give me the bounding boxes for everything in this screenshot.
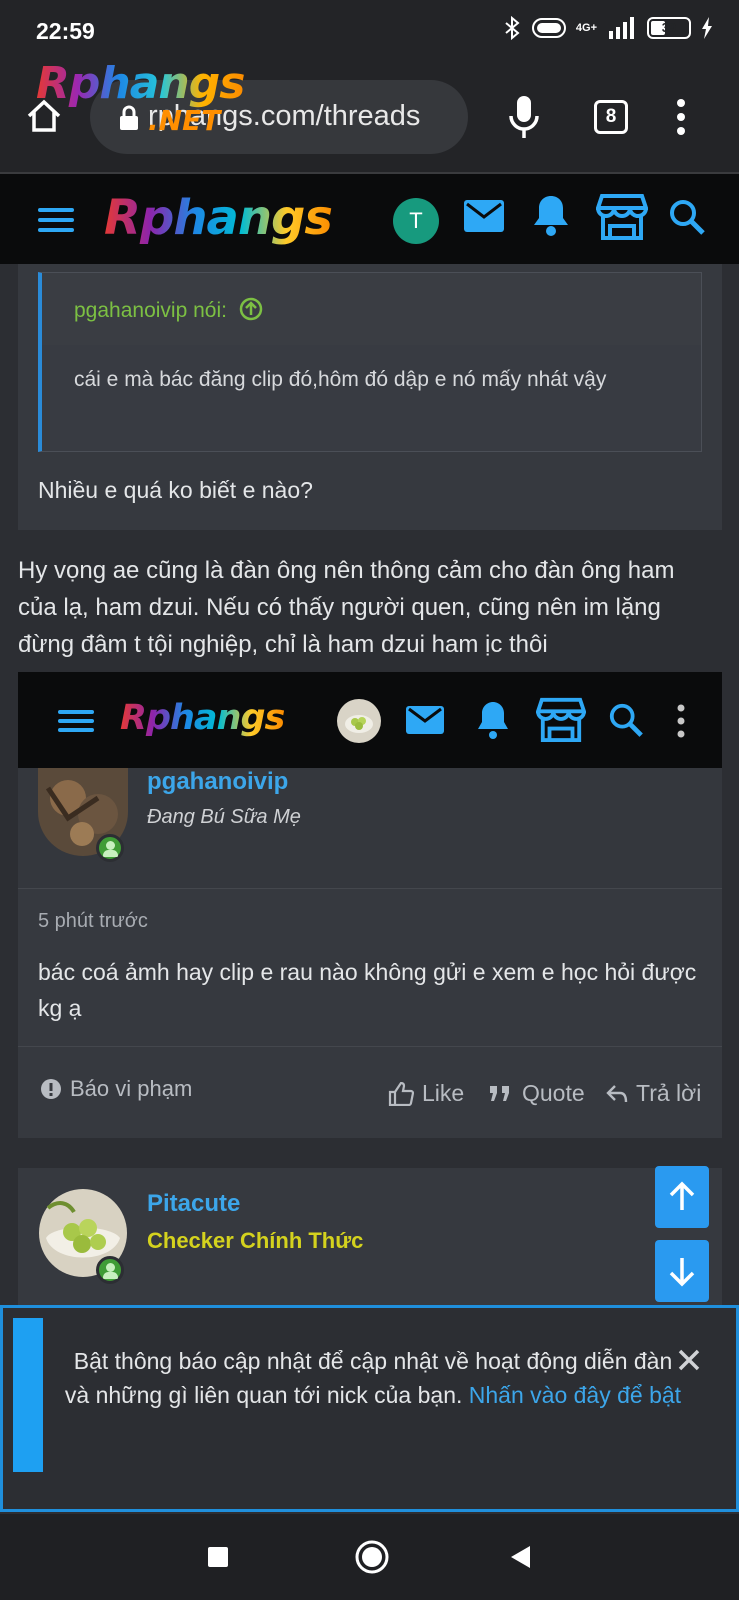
notice-accent-bar <box>13 1318 43 1472</box>
arrow-down-icon <box>669 1258 695 1287</box>
clock: 22:59 <box>36 18 95 44</box>
push-notice-banner: Bật thông báo cập nhật để cập nhật về ho… <box>0 1305 739 1512</box>
arrow-up-icon <box>669 1181 695 1210</box>
charging-icon <box>702 17 712 39</box>
embedded-menu-icon <box>58 710 94 734</box>
report-button[interactable]: Báo vi phạm <box>40 1076 192 1102</box>
signal-icon <box>609 17 634 39</box>
post1-timestamp[interactable]: 5 phút trước <box>38 910 148 933</box>
embedded-more-icon <box>677 704 685 738</box>
enable-notifications-link[interactable]: Nhấn vào đây để bật <box>469 1382 681 1408</box>
recents-icon[interactable] <box>207 1546 229 1568</box>
site-header: Rphangs T <box>0 172 739 264</box>
close-icon[interactable] <box>677 1348 701 1372</box>
embedded-avatar <box>337 699 381 743</box>
more-vert-icon[interactable] <box>676 98 686 136</box>
reply-message: Nhiều e quá ko biết e nào? <box>38 477 313 503</box>
embedded-store-icon <box>536 697 586 742</box>
quote-icon <box>490 1085 509 1101</box>
post-body: Hy vọng ae cũng là đàn ông nên thông cảm… <box>18 557 675 658</box>
bluetooth-icon <box>505 16 520 40</box>
alert-icon <box>41 1079 61 1099</box>
battery-level: 39 <box>661 20 677 35</box>
post1-online-icon <box>96 834 124 862</box>
embedded-logo: Rphangs <box>120 698 285 738</box>
browser-toolbar: rphangs.com/threads Rphangs .NET 8 <box>0 58 739 172</box>
home-nav-icon[interactable] <box>354 1539 390 1575</box>
arrow-up-circle-icon[interactable] <box>239 297 263 321</box>
search-icon[interactable] <box>668 198 706 236</box>
notice-text: Bật thông báo cập nhật để cập nhật về ho… <box>64 1348 682 1408</box>
post2-username[interactable]: Pitacute <box>147 1190 240 1218</box>
embedded-bell-icon <box>478 702 508 739</box>
post2-user-title: Checker Chính Thức <box>147 1228 364 1253</box>
post1-user-title: Đang Bú Sữa Mẹ <box>147 806 301 828</box>
quote-author[interactable]: pgahanoivip nói: <box>74 297 263 323</box>
scroll-bottom-button[interactable] <box>655 1240 709 1302</box>
quote-text: cái e mà bác đăng clip đó,hôm đó dập e n… <box>74 368 607 391</box>
post1-username[interactable]: pgahanoivip <box>147 768 288 796</box>
scroll-top-button[interactable] <box>655 1166 709 1228</box>
site-logo[interactable]: Rphangs <box>104 190 333 246</box>
reply-icon <box>606 1084 628 1102</box>
overlay-logo: Rphangs <box>36 58 245 109</box>
store-icon[interactable] <box>596 192 648 240</box>
embedded-screenshot-header: Rphangs <box>18 672 722 768</box>
bell-icon[interactable] <box>532 194 570 236</box>
microphone-icon[interactable] <box>506 94 542 140</box>
battery-icon: 39 <box>647 17 691 39</box>
overlay-logo-suffix: .NET <box>148 104 221 137</box>
status-icons: 4G+ 39 <box>502 16 713 40</box>
post2-online-icon <box>96 1256 124 1284</box>
reply-button[interactable]: Trả lời <box>606 1080 701 1107</box>
quote-button[interactable]: Quote <box>488 1080 585 1107</box>
system-nav-bar <box>0 1514 739 1600</box>
embedded-search-icon <box>609 703 643 737</box>
status-bar: 22:59 4G+ 39 <box>0 0 739 62</box>
post1-divider <box>18 1046 722 1047</box>
tab-switcher-button[interactable]: 8 <box>594 100 628 134</box>
user-avatar[interactable]: T <box>393 198 439 244</box>
back-icon[interactable] <box>508 1544 534 1570</box>
like-button[interactable]: Like <box>388 1080 464 1107</box>
vibrate-icon <box>531 18 566 38</box>
post1-message: bác coá ảmh hay clip e rau nào không gửi… <box>38 959 697 1021</box>
network-type: 4G+ <box>575 22 597 34</box>
mail-icon[interactable] <box>464 200 504 232</box>
menu-icon[interactable] <box>38 208 74 232</box>
quote-block: pgahanoivip nói: cái e mà bác đăng clip … <box>38 272 702 452</box>
thumbs-up-icon <box>388 1081 414 1106</box>
embedded-mail-icon <box>406 706 444 734</box>
